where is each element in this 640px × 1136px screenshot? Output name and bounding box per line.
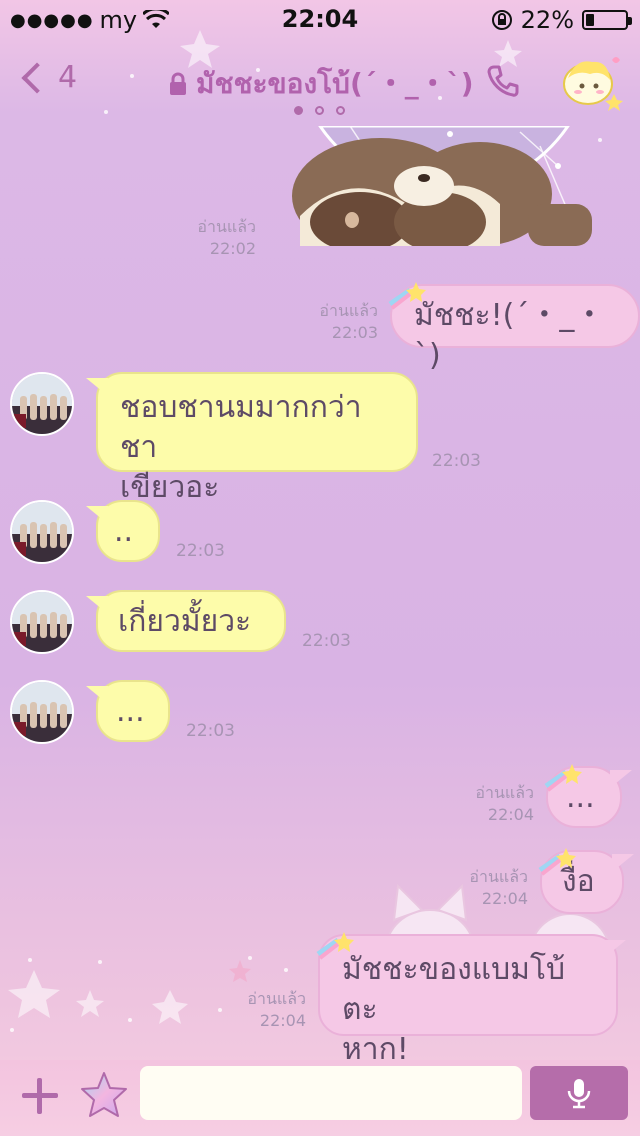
shooting-star-icon: [316, 932, 354, 960]
avatar-image: [12, 374, 72, 434]
add-button[interactable]: [20, 1076, 60, 1116]
otter-sticker[interactable]: [290, 126, 598, 246]
message-time: 22:04: [259, 1011, 306, 1030]
sticker-button[interactable]: [78, 1070, 130, 1122]
bubble-tail: [86, 596, 108, 614]
bubble-tail: [86, 506, 108, 524]
shooting-star-icon: [544, 764, 582, 792]
read-label: อ่านแล้ว: [197, 217, 256, 236]
bubble-tail: [610, 770, 632, 788]
bubble-tail: [86, 686, 108, 704]
chat-title[interactable]: มัชชะของโบ้(´・_・`): [168, 62, 474, 106]
message-input[interactable]: [140, 1066, 522, 1120]
avatar-image: [12, 592, 72, 652]
angel-mascot-icon[interactable]: [558, 50, 624, 112]
page-indicator: [294, 106, 345, 115]
status-bar: ●●●●● my 22:04 22%: [0, 0, 640, 40]
message-time: 22:04: [487, 805, 534, 824]
lock-icon: [170, 72, 186, 95]
message-text: ..: [114, 514, 134, 549]
bubble-tail: [604, 940, 626, 958]
bubble-tail: [86, 378, 108, 396]
page-dot: [315, 106, 324, 115]
call-button[interactable]: [486, 64, 520, 102]
read-label: อ่านแล้ว: [475, 783, 534, 802]
friend-avatar[interactable]: [10, 500, 74, 564]
back-button[interactable]: 4: [18, 60, 77, 95]
read-label: อ่านแล้ว: [319, 301, 378, 320]
page-dot-active: [294, 106, 303, 115]
message-time: 22:02: [209, 239, 256, 258]
message-text: เกี่ยวมั้ยวะ: [118, 604, 252, 639]
read-receipt: อ่านแล้ว 22:02: [190, 216, 256, 260]
input-bar: [0, 1060, 640, 1136]
back-chevron-icon: [21, 61, 53, 94]
battery-icon: [582, 10, 632, 30]
read-label: อ่านแล้ว: [469, 867, 528, 886]
message-time: 22:04: [481, 889, 528, 908]
incoming-message[interactable]: ชอบชานมมากกว่าชา เขียวอะ: [96, 372, 418, 505]
voice-button[interactable]: [530, 1066, 628, 1120]
message-time: 22:03: [186, 721, 235, 741]
friend-avatar[interactable]: [10, 590, 74, 654]
incoming-message[interactable]: เกี่ยวมั้ยวะ: [96, 590, 286, 652]
page-dot: [336, 106, 345, 115]
shooting-star-icon: [388, 282, 426, 310]
otter-sticker-image: [292, 126, 592, 246]
read-receipt: อ่านแล้ว 22:04: [466, 782, 534, 826]
message-text: ...: [116, 694, 145, 729]
read-receipt: อ่านแล้ว 22:04: [240, 988, 306, 1032]
avatar-image: [12, 682, 72, 742]
shooting-star-icon: [538, 848, 576, 876]
message-time: 22:03: [432, 451, 481, 471]
status-right: 22%: [491, 6, 632, 34]
battery-percent: 22%: [520, 6, 574, 34]
message-time: 22:03: [176, 541, 225, 561]
phone-icon: [487, 65, 519, 97]
message-time: 22:03: [302, 631, 351, 651]
read-receipt: อ่านแล้ว 22:03: [310, 300, 378, 344]
read-label: อ่านแล้ว: [247, 989, 306, 1008]
message-time: 22:03: [331, 323, 378, 342]
star-icon: [81, 1072, 127, 1117]
rotation-lock-icon: [491, 10, 512, 30]
chat-header: 4 มัชชะของโบ้(´・_・`): [0, 40, 640, 126]
back-count: 4: [58, 60, 78, 95]
message-text-line: มัชชะของแบมโบ้ตะ: [342, 952, 566, 1027]
outgoing-message[interactable]: มัชชะของแบมโบ้ตะ หาก!: [318, 934, 618, 1067]
friend-avatar[interactable]: [10, 680, 74, 744]
avatar-image: [12, 502, 72, 562]
microphone-icon: [567, 1079, 591, 1109]
message-text-line: ชอบชานมมากกว่าชา: [120, 390, 362, 465]
bubble-tail: [600, 290, 622, 308]
message-text: มัชชะ!(´・_・`): [414, 298, 605, 373]
friend-avatar[interactable]: [10, 372, 74, 436]
message-text-line: เขียวอะ: [120, 470, 220, 505]
read-receipt: อ่านแล้ว 22:04: [460, 866, 528, 910]
chat-title-text: มัชชะของโบ้(´・_・`): [196, 67, 474, 100]
bubble-tail: [612, 854, 634, 872]
